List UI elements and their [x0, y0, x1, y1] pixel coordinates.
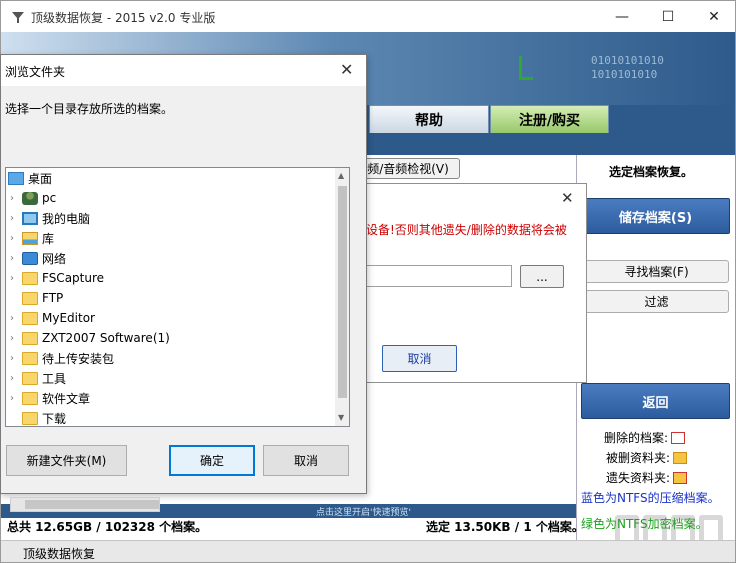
binary-decoration: 01010101010 1010101010: [591, 54, 664, 81]
legend-label: 遗失资料夹:: [606, 471, 671, 485]
chevron-right-icon[interactable]: ›: [6, 233, 18, 244]
chevron-right-icon[interactable]: ›: [6, 353, 18, 364]
tree-item-folder[interactable]: › ZXT2007 Software(1): [6, 328, 335, 348]
cancel-button[interactable]: 取消: [263, 445, 349, 476]
tree-item-label: ZXT2007 Software(1): [42, 331, 170, 345]
scroll-thumb[interactable]: [25, 500, 159, 509]
title-bar: 顶级数据恢复 - 2015 v2.0 专业版 — ☐ ✕: [1, 1, 735, 32]
tree-item-label: FSCapture: [42, 271, 105, 285]
new-folder-button[interactable]: 新建文件夹(M): [6, 445, 127, 476]
deleted-file-icon: [671, 431, 686, 444]
vertical-scrollbar[interactable]: ▲ ▼: [335, 168, 349, 426]
tree-item-folder[interactable]: FTP: [6, 288, 335, 308]
chevron-right-icon[interactable]: ›: [6, 273, 18, 284]
maximize-button[interactable]: ☐: [645, 1, 691, 32]
video-audio-preview-button[interactable]: 频/音频检视(V): [356, 158, 460, 179]
close-icon[interactable]: ✕: [340, 60, 353, 79]
legend-label: 被删资料夹:: [606, 451, 671, 465]
minimize-button[interactable]: —: [599, 1, 645, 32]
tree-item-label: 软件文章: [42, 391, 91, 406]
folder-icon: [22, 311, 38, 325]
tree-item-label: 网络: [42, 251, 67, 266]
tab-register-buy[interactable]: 注册/购买: [490, 105, 609, 133]
legend-label: 删除的档案:: [604, 431, 669, 445]
restore-settings-dialog: ✕ 设备!否则其他遗失/删除的数据将会被 ... 取消: [365, 183, 587, 383]
browse-button[interactable]: ...: [520, 265, 564, 288]
folder-icon: [22, 271, 38, 285]
horizontal-scrollbar[interactable]: [10, 497, 160, 512]
tree-item-label: 库: [42, 231, 55, 246]
desktop-icon: [8, 171, 24, 185]
tree-item-folder[interactable]: › 软件文章: [6, 388, 335, 408]
library-icon: [22, 231, 38, 245]
tree-item-label: MyEditor: [42, 311, 95, 325]
legend-deleted-file: 删除的档案:: [604, 429, 686, 446]
tree-item-my-computer[interactable]: › 我的电脑: [6, 208, 335, 228]
tab-help[interactable]: 帮助: [369, 105, 489, 133]
chevron-right-icon[interactable]: ›: [6, 253, 18, 264]
destination-path-input[interactable]: [366, 265, 512, 287]
folder-tree[interactable]: 桌面 › pc › 我的电脑 › 库 › 网络 › FSCapture FTP …: [5, 167, 350, 427]
legend-lost-folder: 遗失资料夹:: [606, 469, 688, 486]
warning-text: 设备!否则其他遗失/删除的数据将会被: [366, 223, 567, 237]
user-icon: [22, 191, 38, 205]
browse-folder-dialog: 浏览文件夹 ✕ 选择一个目录存放所选的档案。 桌面 › pc › 我的电脑 › …: [0, 54, 367, 494]
computer-icon: [22, 211, 38, 225]
cancel-button[interactable]: 取消: [382, 345, 457, 372]
scroll-down-icon[interactable]: ▼: [338, 413, 344, 422]
brand-logo-icon: [519, 56, 533, 80]
tree-item-label: 我的电脑: [42, 211, 91, 226]
tree-item-desktop[interactable]: 桌面: [6, 168, 335, 188]
folder-icon: [22, 391, 38, 405]
folder-icon: [22, 411, 38, 425]
tree-item-folder[interactable]: › MyEditor: [6, 308, 335, 328]
tree-item-label: 工具: [42, 371, 67, 386]
selected-files-status: 选定 13.50KB / 1 个档案。: [426, 520, 584, 534]
folder-icon: [22, 331, 38, 345]
chevron-right-icon[interactable]: ›: [6, 333, 18, 344]
find-files-button[interactable]: 寻找档案(F): [584, 260, 729, 283]
taskbar-app-item[interactable]: 顶级数据恢复: [23, 545, 95, 562]
chevron-right-icon[interactable]: ›: [6, 213, 18, 224]
tree-item-label: pc: [42, 191, 57, 205]
folder-icon: [22, 291, 38, 305]
tree-item-label: 桌面: [28, 171, 53, 186]
window-title: 顶级数据恢复 - 2015 v2.0 专业版: [31, 11, 216, 25]
close-button[interactable]: ✕: [691, 1, 735, 32]
scroll-up-icon[interactable]: ▲: [338, 171, 344, 180]
chevron-right-icon[interactable]: ›: [6, 373, 18, 384]
tree-item-folder[interactable]: › 待上传安装包: [6, 348, 335, 368]
tree-item-folder[interactable]: › 工具: [6, 368, 335, 388]
tree-item-label: FTP: [42, 291, 64, 305]
filter-button[interactable]: 过滤: [584, 290, 729, 313]
right-panel-title: 选定档案恢复。: [609, 165, 694, 179]
app-logo-icon: [12, 12, 24, 23]
scroll-thumb[interactable]: [338, 186, 347, 398]
dialog-title: 浏览文件夹: [5, 65, 66, 79]
deleted-folder-icon: [673, 451, 688, 464]
tree-item-folder[interactable]: 下载: [6, 408, 335, 426]
tree-item-folder[interactable]: › FSCapture: [6, 268, 335, 288]
chevron-right-icon[interactable]: ›: [6, 393, 18, 404]
tree-item-library[interactable]: › 库: [6, 228, 335, 248]
total-files-status: 总共 12.65GB / 102328 个档案。: [7, 520, 208, 534]
legend-deleted-folder: 被删资料夹:: [606, 449, 688, 466]
dialog-title-bar: 浏览文件夹 ✕: [1, 55, 366, 86]
return-button[interactable]: 返回: [581, 383, 730, 419]
folder-icon: [22, 351, 38, 365]
tree-item-network[interactable]: › 网络: [6, 248, 335, 268]
ok-button[interactable]: 确定: [169, 445, 255, 476]
dialog-description: 选择一个目录存放所选的档案。: [5, 102, 174, 116]
taskbar: 顶级数据恢复: [1, 540, 735, 562]
folder-icon: [22, 371, 38, 385]
tree-item-label: 待上传安装包: [42, 351, 115, 366]
save-files-button[interactable]: 储存档案(S): [581, 198, 730, 234]
network-icon: [22, 251, 38, 265]
chevron-right-icon[interactable]: ›: [6, 313, 18, 324]
lost-folder-icon: [673, 471, 688, 484]
tree-item-label: 下载: [42, 411, 67, 426]
close-icon[interactable]: ✕: [561, 189, 574, 207]
tree-item-pc[interactable]: › pc: [6, 188, 335, 208]
chevron-right-icon[interactable]: ›: [6, 193, 18, 204]
